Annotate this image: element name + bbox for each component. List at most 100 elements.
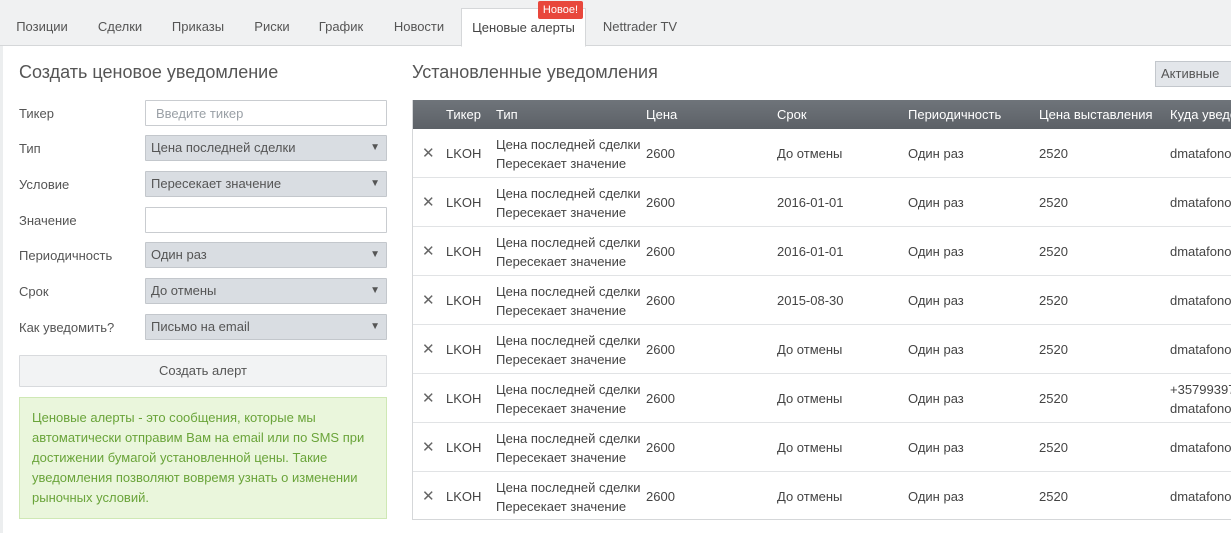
cell-type-line1: Цена последней сделки [496,382,641,397]
cell-set-price: 2520 [1039,440,1068,455]
cell-type: Цена последней сделки Пересекает значение [496,380,640,418]
chevron-down-icon: ▼ [370,142,380,153]
alerts-table: Тикер Тип Цена Срок Периодичность Цена в… [412,100,1231,520]
condition-select[interactable]: Пересекает значение ▼ [145,171,387,197]
cell-type-line1: Цена последней сделки [496,480,641,495]
cell-destination: dmatafono [1170,293,1231,308]
cell-type-line1: Цена последней сделки [496,284,641,299]
cell-ticker: LKOH [446,244,482,259]
cell-periodicity: Один раз [908,440,964,455]
cell-destination: dmatafono [1170,489,1231,504]
tab-label: Позиции [16,19,68,34]
table-row: ✕ LKOH Цена последней сделки Пересекает зна… [413,374,1231,423]
cell-term: 2015-08-30 [777,293,844,308]
cell-destination-line2: dmatafono [1170,401,1231,416]
condition-select-value: Пересекает значение [151,176,282,191]
cell-type-line2: Пересекает значение [496,303,627,318]
tab-orders[interactable]: Приказы [156,8,240,46]
value-input[interactable] [145,207,387,233]
cell-type: Цена последней сделки Пересекает значение [496,135,640,173]
cell-type-line2: Пересекает значение [496,156,627,171]
tab-positions[interactable]: Позиции [0,8,84,46]
close-icon[interactable]: ✕ [422,144,435,162]
cell-type: Цена последней сделки Пересекает значение [496,331,640,369]
tab-news[interactable]: Новости [378,8,460,46]
close-icon[interactable]: ✕ [422,389,435,407]
tab-chart[interactable]: График [304,8,378,46]
cell-set-price: 2520 [1039,391,1068,406]
column-header-set-price[interactable]: Цена выставления [1039,100,1153,129]
cell-type-line1: Цена последней сделки [496,186,641,201]
alerts-list-title: Установленные уведомления [412,62,658,82]
cell-type-line1: Цена последней сделки [496,235,641,250]
cell-term: 2016-01-01 [777,244,844,259]
type-select[interactable]: Цена последней сделки ▼ [145,135,387,161]
cell-destination: dmatafono [1170,244,1231,259]
periodicity-select[interactable]: Один раз ▼ [145,242,387,268]
notify-select[interactable]: Письмо на email ▼ [145,314,387,340]
tab-deals[interactable]: Сделки [84,8,156,46]
table-row: ✕ LKOH Цена последней сделки Пересекает зна… [413,472,1231,519]
term-select-value: До отмены [151,283,217,298]
cell-price: 2600 [646,195,675,210]
cell-periodicity: Один раз [908,391,964,406]
term-select[interactable]: До отмены ▼ [145,278,387,304]
tab-label: Ценовые алерты [472,20,575,35]
notify-select-value: Письмо на email [151,319,250,334]
close-icon[interactable]: ✕ [422,487,435,505]
cell-periodicity: Один раз [908,489,964,504]
ticker-input[interactable] [145,100,387,126]
cell-destination: dmatafono [1170,146,1231,161]
cell-term: До отмены [777,342,843,357]
chevron-down-icon: ▼ [370,249,380,260]
close-icon[interactable]: ✕ [422,340,435,358]
cell-set-price: 2520 [1039,489,1068,504]
cell-set-price: 2520 [1039,195,1068,210]
cell-destination: dmatafono [1170,342,1231,357]
status-filter-select[interactable]: Активные [1155,61,1231,87]
cell-set-price: 2520 [1039,342,1068,357]
new-badge: Новое! [537,1,583,19]
cell-type: Цена последней сделки Пересекает значение [496,233,640,271]
table-header: Тикер Тип Цена Срок Периодичность Цена в… [413,100,1231,129]
column-header-price[interactable]: Цена [646,100,677,129]
cell-type-line2: Пересекает значение [496,352,627,367]
tab-nettrader-tv[interactable]: Nettrader TV [586,8,694,46]
condition-label: Условие [19,177,70,192]
status-filter-value: Активные [1161,66,1220,81]
info-message: Ценовые алерты - это сообщения, которые … [19,397,387,519]
close-icon[interactable]: ✕ [422,242,435,260]
cell-destination: +357993972 dmatafono [1170,380,1231,418]
tab-label: Риски [254,19,290,34]
tab-label: Nettrader TV [602,19,678,34]
column-header-destination[interactable]: Куда уведо [1170,100,1231,129]
create-alert-button[interactable]: Создать алерт [19,355,387,387]
cell-price: 2600 [646,489,675,504]
close-icon[interactable]: ✕ [422,438,435,456]
cell-set-price: 2520 [1039,146,1068,161]
column-header-type[interactable]: Тип [496,100,518,129]
close-icon[interactable]: ✕ [422,193,435,211]
create-alert-title: Создать ценовое уведомление [19,62,279,82]
column-header-term[interactable]: Срок [777,100,807,129]
cell-type-line1: Цена последней сделки [496,333,641,348]
cell-price: 2600 [646,440,675,455]
cell-periodicity: Один раз [908,146,964,161]
cell-destination-line1: +357993972 [1170,382,1231,397]
cell-type-line1: Цена последней сделки [496,137,641,152]
cell-term: До отмены [777,440,843,455]
close-icon[interactable]: ✕ [422,291,435,309]
tab-price-alerts[interactable]: Ценовые алерты Новое! [461,1,586,47]
cell-type: Цена последней сделки Пересекает значение [496,184,640,222]
cell-ticker: LKOH [446,391,482,406]
tab-risks[interactable]: Риски [240,8,304,46]
chevron-down-icon: ▼ [370,285,380,296]
type-label: Тип [19,141,41,156]
cell-type-line2: Пересекает значение [496,499,627,514]
cell-periodicity: Один раз [908,244,964,259]
column-header-ticker[interactable]: Тикер [446,100,481,129]
cell-price: 2600 [646,391,675,406]
notify-label: Как уведомить? [19,320,115,335]
column-header-periodicity[interactable]: Периодичность [908,100,1001,129]
cell-term: До отмены [777,489,843,504]
